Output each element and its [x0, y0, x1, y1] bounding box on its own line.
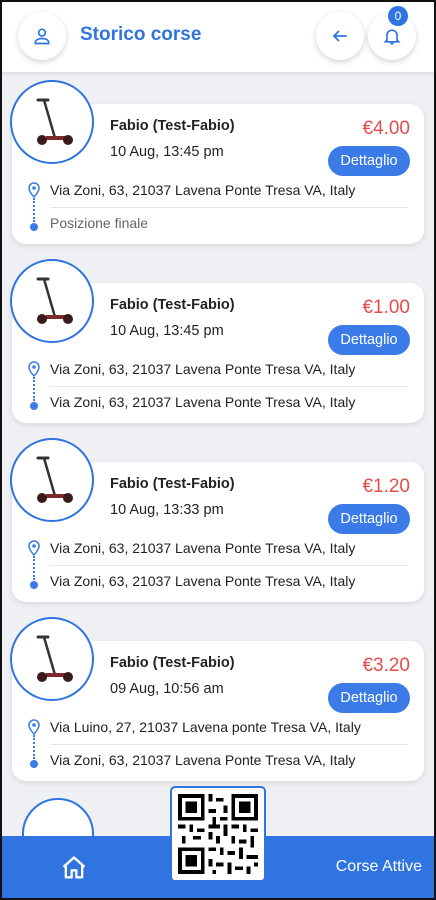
vehicle-avatar — [10, 259, 94, 343]
profile-button[interactable] — [18, 12, 66, 60]
ride-price: €3.20 — [362, 655, 410, 676]
ride-price: €4.00 — [362, 118, 410, 139]
ride-datetime: 09 Aug, 10:56 am — [110, 681, 224, 697]
route-start: Via Zoni, 63, 21037 Lavena Ponte Tresa V… — [50, 182, 356, 198]
route-divider — [50, 386, 408, 387]
ride-user: Fabio (Test-Fabio) — [110, 297, 235, 313]
notification-badge: 0 — [388, 6, 408, 26]
route-divider — [50, 744, 408, 745]
qr-scan-button[interactable] — [172, 788, 264, 880]
active-rides-button[interactable]: Corse Attive — [336, 858, 422, 876]
detail-button[interactable]: Dettaglio — [328, 146, 410, 176]
route-line — [33, 198, 35, 222]
route-end-dot — [30, 402, 38, 410]
route-start: Via Luino, 27, 21037 Lavena ponte Tresa … — [50, 719, 361, 735]
ride-route: Via Zoni, 63, 21037 Lavena Ponte Tresa V… — [28, 355, 410, 419]
back-button[interactable] — [316, 12, 364, 60]
vehicle-avatar-partial — [22, 798, 94, 836]
route-start: Via Zoni, 63, 21037 Lavena Ponte Tresa V… — [50, 540, 356, 556]
ride-price: €1.20 — [362, 476, 410, 497]
location-pin-icon — [28, 361, 40, 377]
vehicle-avatar — [10, 438, 94, 522]
bell-icon — [383, 29, 401, 45]
route-end-dot — [30, 760, 38, 768]
ride-price: €1.00 — [362, 297, 410, 318]
ride-route: Via Zoni, 63, 21037 Lavena Ponte Tresa V… — [28, 534, 410, 598]
detail-button[interactable]: Dettaglio — [328, 325, 410, 355]
route-line — [33, 735, 35, 759]
route-end-dot — [30, 581, 38, 589]
home-button[interactable] — [58, 852, 90, 884]
route-end: Posizione finale — [50, 215, 149, 231]
detail-button[interactable]: Dettaglio — [328, 504, 410, 534]
location-pin-icon — [28, 540, 40, 556]
location-pin-icon — [28, 182, 40, 198]
vehicle-avatar — [10, 80, 94, 164]
route-end: Via Zoni, 63, 21037 Lavena Ponte Tresa V… — [50, 573, 356, 589]
route-start: Via Zoni, 63, 21037 Lavena Ponte Tresa V… — [50, 361, 356, 377]
ride-user: Fabio (Test-Fabio) — [110, 655, 235, 671]
scooter-icon — [36, 277, 73, 324]
route-end-dot — [30, 223, 38, 231]
user-icon — [34, 28, 50, 45]
route-divider — [50, 565, 408, 566]
qr-code-icon — [178, 794, 258, 874]
location-pin-icon — [28, 719, 40, 735]
ride-user: Fabio (Test-Fabio) — [110, 476, 235, 492]
ride-route: Via Luino, 27, 21037 Lavena ponte Tresa … — [28, 713, 410, 777]
scooter-icon — [36, 456, 73, 503]
scooter-icon — [36, 635, 73, 682]
ride-user: Fabio (Test-Fabio) — [110, 118, 235, 134]
rides-list[interactable]: Fabio (Test-Fabio) 10 Aug, 13:45 pm €4.0… — [0, 72, 436, 836]
vehicle-avatar — [10, 617, 94, 701]
ride-datetime: 10 Aug, 13:45 pm — [110, 323, 224, 339]
ride-route: Via Zoni, 63, 21037 Lavena Ponte Tresa V… — [28, 176, 410, 240]
route-end: Via Zoni, 63, 21037 Lavena Ponte Tresa V… — [50, 394, 356, 410]
route-line — [33, 556, 35, 580]
route-line — [33, 377, 35, 401]
home-icon — [62, 856, 86, 879]
route-divider — [50, 207, 408, 208]
route-end: Via Zoni, 63, 21037 Lavena Ponte Tresa V… — [50, 752, 356, 768]
scooter-icon — [36, 98, 73, 145]
detail-button[interactable]: Dettaglio — [328, 683, 410, 713]
page-title: Storico corse — [80, 24, 202, 45]
arrow-left-icon — [332, 30, 347, 42]
ride-datetime: 10 Aug, 13:33 pm — [110, 502, 224, 518]
ride-datetime: 10 Aug, 13:45 pm — [110, 144, 224, 160]
app-header: Storico corse 0 — [0, 0, 436, 72]
